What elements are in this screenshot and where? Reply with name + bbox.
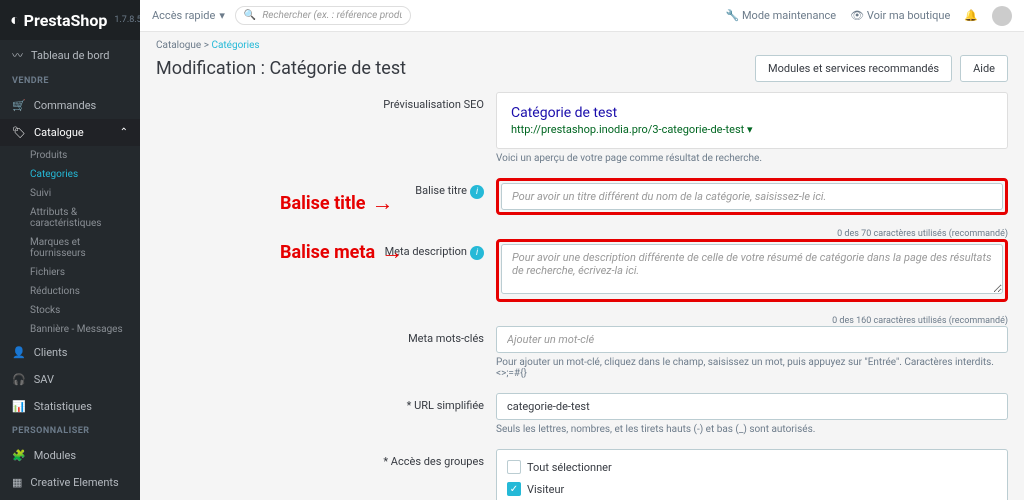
eye-icon: 👁 <box>850 9 864 22</box>
breadcrumb: Catalogue > Catégories <box>156 32 1008 55</box>
grid-icon: ▦ <box>12 476 22 489</box>
checkbox-icon: ✓ <box>507 482 521 496</box>
group-visitor-row[interactable]: ✓Visiteur <box>507 478 997 500</box>
view-shop-link[interactable]: 👁 Voir ma boutique <box>850 9 950 22</box>
sub-categories[interactable]: Categories <box>0 165 140 184</box>
sidebar-dashboard[interactable]: 〰Tableau de bord <box>0 40 140 70</box>
chevron-up-icon: ⌃ <box>120 127 128 138</box>
meta-title-input[interactable] <box>501 183 1003 210</box>
meta-keywords-input[interactable] <box>496 326 1008 353</box>
seo-preview: Catégorie de test http://prestashop.inod… <box>496 92 1008 149</box>
bell-icon[interactable]: 🔔 <box>964 9 978 22</box>
annotation-title: Balise title→ <box>280 190 394 216</box>
sub-stocks[interactable]: Stocks <box>0 301 140 320</box>
user-icon: 👤 <box>12 346 26 359</box>
cart-icon: 🛒 <box>12 99 26 112</box>
sub-brands[interactable]: Marques et fournisseurs <box>0 233 140 263</box>
sidebar-clients[interactable]: 👤Clients <box>0 339 140 366</box>
groups-label: * Accès des groupes <box>156 449 496 468</box>
search-input[interactable] <box>262 10 402 21</box>
puzzle-icon: 🧩 <box>12 449 26 462</box>
meta-keywords-label: Meta mots-clés <box>156 326 496 345</box>
search-box[interactable]: 🔍 <box>235 6 411 25</box>
meta-desc-input[interactable] <box>501 244 1003 294</box>
sidebar-stats[interactable]: 📊Statistiques <box>0 393 140 420</box>
checkbox-icon <box>507 460 521 474</box>
meta-desc-count: 0 des 160 caractères utilisés (recommand… <box>156 316 1008 326</box>
sub-reductions[interactable]: Réductions <box>0 282 140 301</box>
quick-access[interactable]: Accès rapide▾ <box>152 9 225 22</box>
recommended-modules-button[interactable]: Modules et services recommandés <box>755 55 952 82</box>
maintenance-link[interactable]: 🔧 Mode maintenance <box>726 9 837 22</box>
sub-attributes[interactable]: Attributs & caractéristiques <box>0 203 140 233</box>
arrow-icon: → <box>381 239 403 265</box>
avatar-icon[interactable] <box>992 6 1012 26</box>
search-icon: 🔍 <box>244 10 256 21</box>
dashboard-icon: 〰 <box>12 47 23 63</box>
select-all-row[interactable]: Tout sélectionner <box>507 456 997 478</box>
info-icon[interactable]: i <box>470 246 484 260</box>
page-title: Modification : Catégorie de test <box>156 58 406 79</box>
section-custom: PERSONNALISER <box>0 420 140 442</box>
help-button[interactable]: Aide <box>960 55 1008 82</box>
wrench-icon: 🔧 <box>726 9 740 22</box>
sidebar-orders[interactable]: 🛒Commandes <box>0 92 140 119</box>
brand-header: ◐ PrestaShop 1.7.8.5 <box>0 0 140 40</box>
meta-title-count: 0 des 70 caractères utilisés (recommandé… <box>156 229 1008 239</box>
sub-suivi[interactable]: Suivi <box>0 184 140 203</box>
breadcrumb-link[interactable]: Catégories <box>211 40 259 51</box>
sidebar-creative[interactable]: ▦Creative Elements <box>0 469 140 496</box>
sub-products[interactable]: Produits <box>0 146 140 165</box>
sidebar-sav[interactable]: 🎧SAV <box>0 366 140 393</box>
sidebar-modules[interactable]: 🧩Modules <box>0 442 140 469</box>
logo-icon: ◐ <box>10 10 20 30</box>
stats-icon: 📊 <box>12 400 26 413</box>
headset-icon: 🎧 <box>12 373 26 386</box>
url-input[interactable] <box>496 393 1008 420</box>
info-icon[interactable]: i <box>470 185 484 199</box>
seo-preview-label: Prévisualisation SEO <box>156 92 496 111</box>
arrow-icon: → <box>372 190 394 216</box>
sidebar-apparence[interactable]: 🖥Apparence <box>0 496 140 500</box>
tag-icon: 🏷 <box>12 126 26 139</box>
chevron-down-icon: ▾ <box>219 9 225 22</box>
url-label: * URL simplifiée <box>156 393 496 412</box>
sub-banner[interactable]: Bannière - Messages <box>0 320 140 339</box>
section-sell: VENDRE <box>0 70 140 92</box>
sidebar-catalog[interactable]: 🏷Catalogue⌃ <box>0 119 140 146</box>
annotation-meta: Balise meta→ <box>280 239 403 265</box>
sub-files[interactable]: Fichiers <box>0 263 140 282</box>
